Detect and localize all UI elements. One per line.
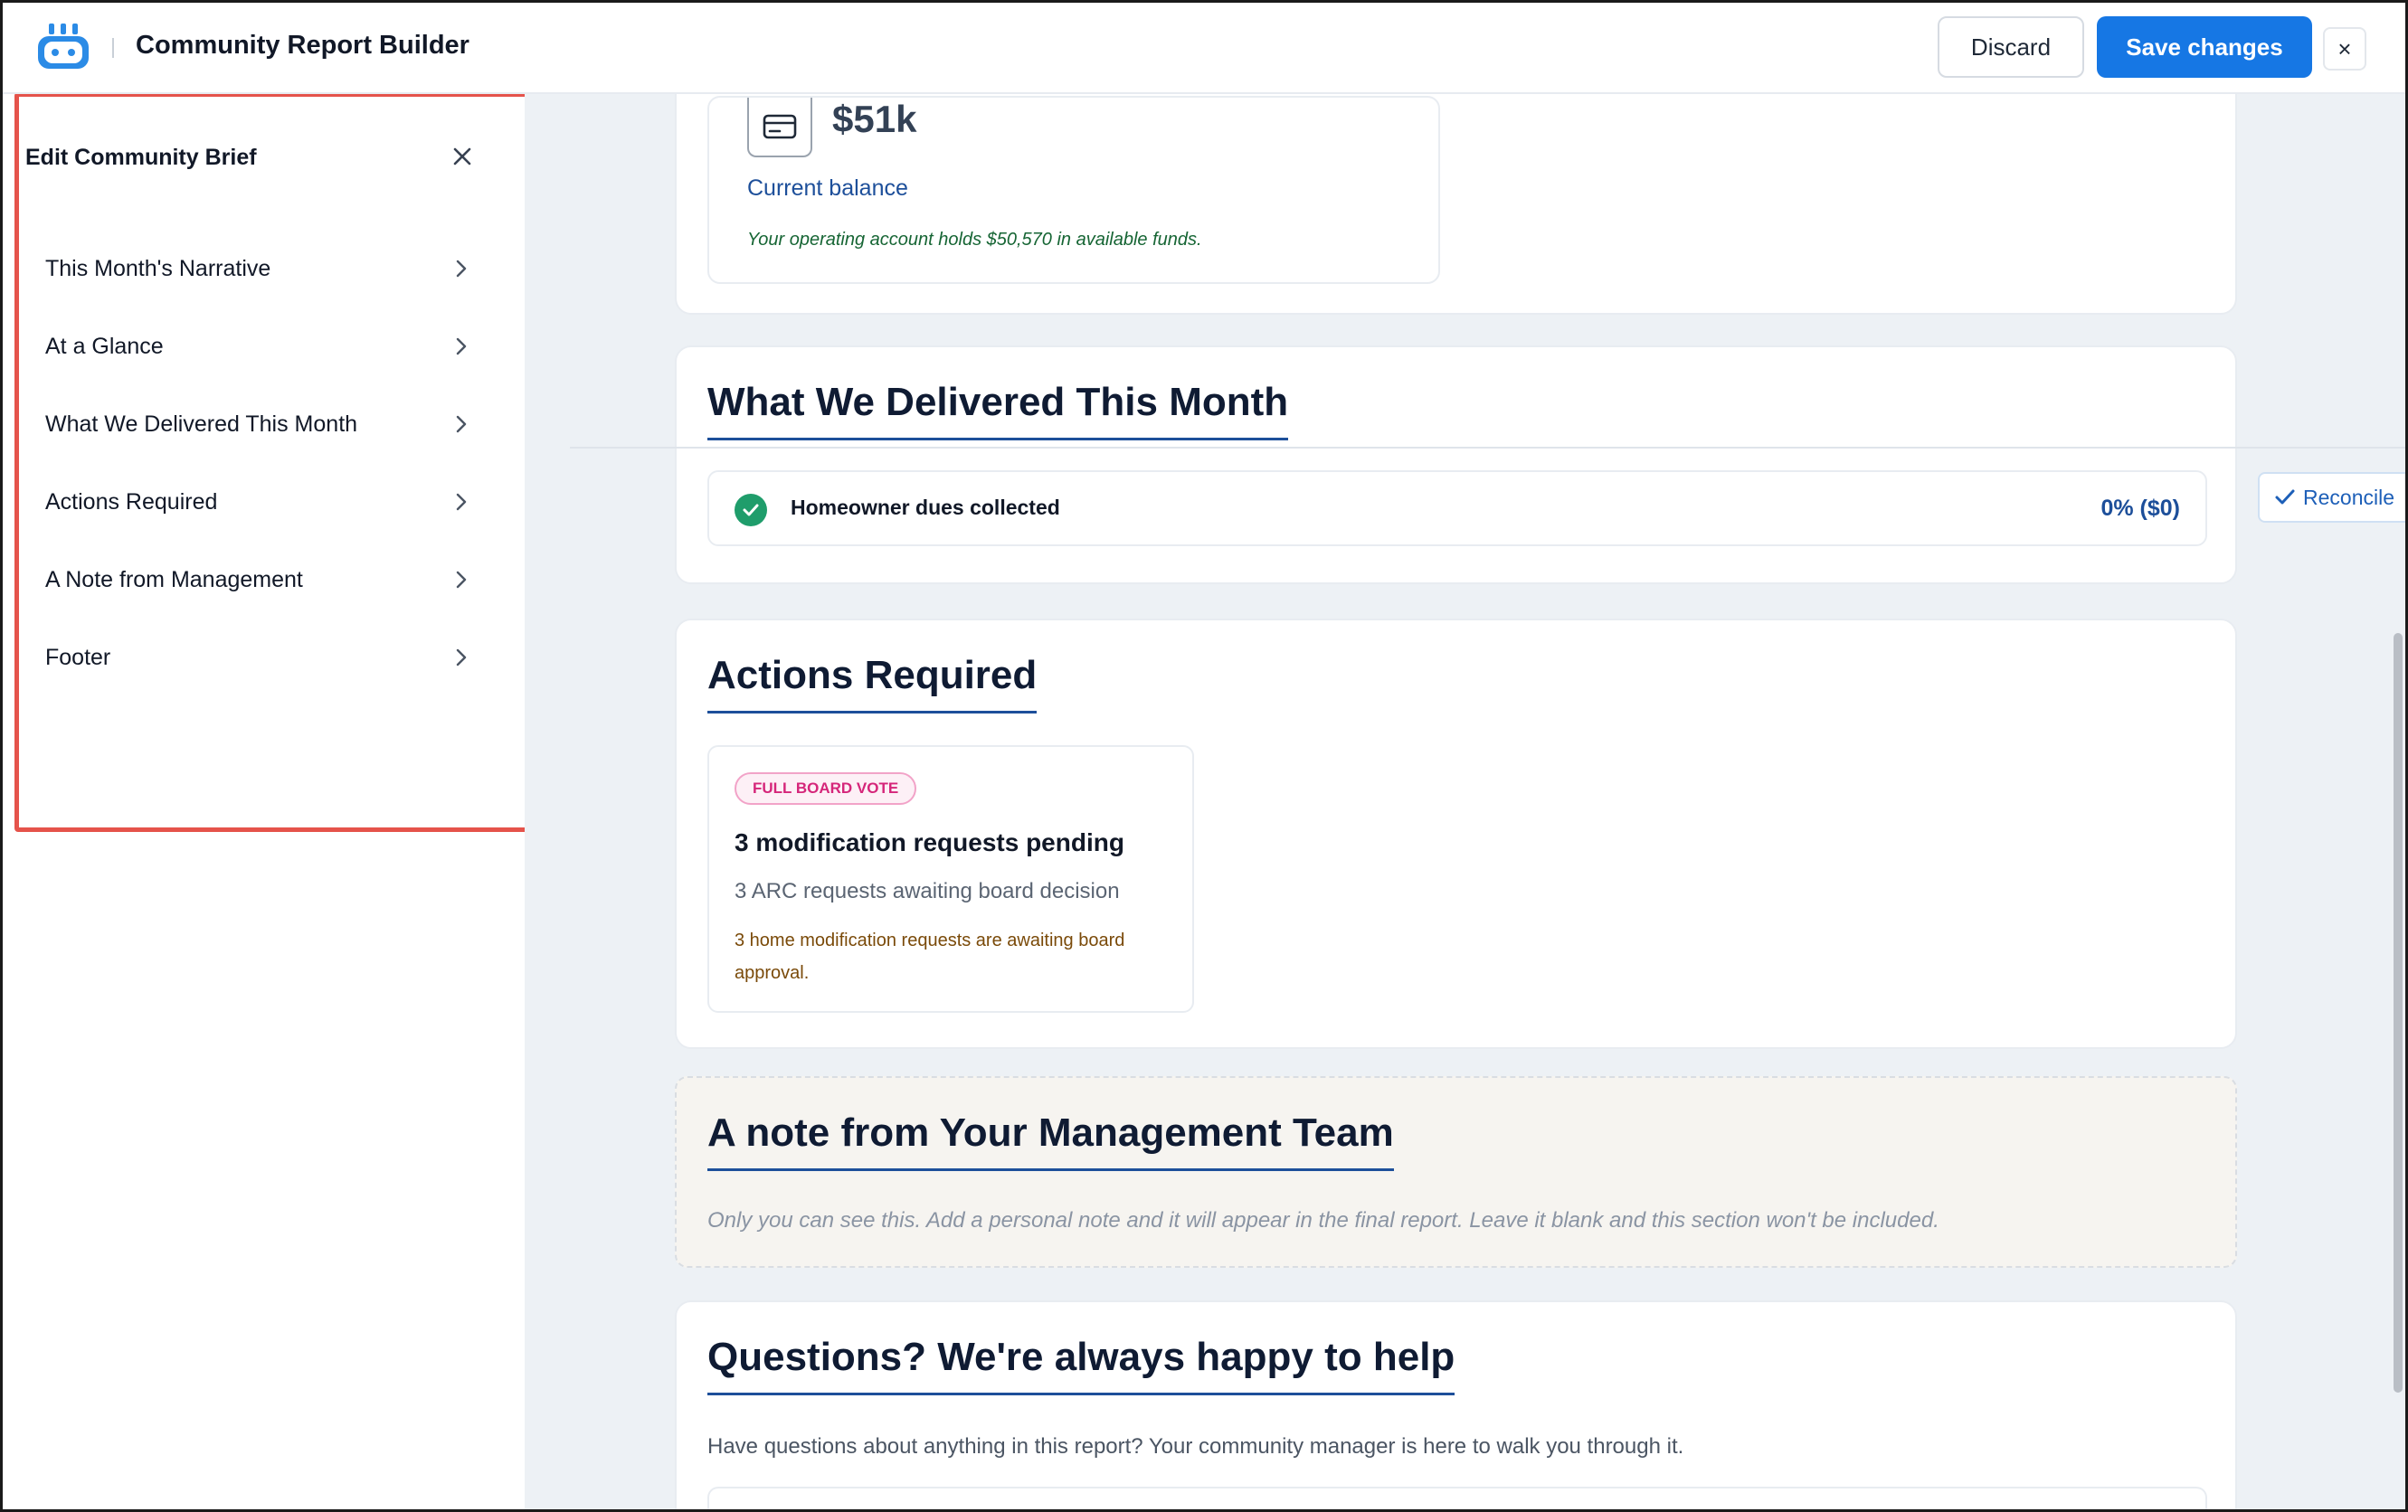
editor-item-label: At a Glance <box>45 333 164 359</box>
delivered-row-label: Homeowner dues collected <box>791 496 1060 519</box>
reconcile-button[interactable]: Reconcile <box>2258 472 2408 523</box>
management-note-title: A note from Your Management Team <box>707 1110 1394 1171</box>
questions-title: Questions? We're always happy to help <box>707 1335 1455 1395</box>
close-icon: × <box>2337 34 2352 62</box>
action-item-card[interactable]: FULL BOARD VOTE 3 modification requests … <box>707 745 1194 1013</box>
editor-title: Edit Community Brief <box>25 145 257 170</box>
app-header: Community Report Builder Discard Save ch… <box>0 0 2408 94</box>
chevron-right-icon <box>456 337 467 355</box>
editor-item-label: This Month's Narrative <box>45 255 271 281</box>
report-preview[interactable]: $51k Current balance Your operating acco… <box>525 94 2408 1512</box>
editor-item-actions-required[interactable]: Actions Required <box>45 479 470 524</box>
action-title: 3 modification requests pending <box>735 828 1124 856</box>
actions-card: Actions Required FULL BOARD VOTE 3 modif… <box>675 619 2237 1049</box>
delivered-title: What We Delivered This Month <box>707 380 1289 440</box>
editor-item-narrative[interactable]: This Month's Narrative <box>45 246 470 291</box>
save-changes-button[interactable]: Save changes <box>2097 16 2312 78</box>
questions-card: Questions? We're always happy to help Ha… <box>675 1300 2237 1512</box>
management-note-hint: Only you can see this. Add a personal no… <box>707 1208 1939 1233</box>
app-title: Community Report Builder <box>136 31 469 60</box>
close-icon[interactable] <box>447 141 478 172</box>
delivered-row: Homeowner dues collected 0% ($0) <box>707 470 2207 546</box>
chevron-right-icon <box>456 415 467 433</box>
action-note: 3 home modification requests are awaitin… <box>735 931 1125 983</box>
editor-item-label: Actions Required <box>45 488 218 515</box>
discard-button[interactable]: Discard <box>1938 16 2084 78</box>
chevron-right-icon <box>456 493 467 511</box>
reconcile-label: Reconcile <box>2303 485 2394 509</box>
editor-panel-highlight <box>14 92 532 832</box>
header-divider <box>112 38 114 58</box>
delivered-row-value: 0% ($0) <box>2100 496 2180 521</box>
editor-item-management-note[interactable]: A Note from Management <box>45 557 470 602</box>
balance-label: Current balance <box>747 175 908 201</box>
contact-card <box>707 1487 2207 1512</box>
section-divider <box>570 447 2408 449</box>
at-a-glance-card: $51k Current balance Your operating acco… <box>675 94 2237 315</box>
actions-title: Actions Required <box>707 653 1038 713</box>
editor-item-delivered[interactable]: What We Delivered This Month <box>45 402 470 447</box>
status-badge: FULL BOARD VOTE <box>735 772 917 805</box>
balance-tile: $51k Current balance Your operating acco… <box>707 96 1440 284</box>
questions-subtitle: Have questions about anything in this re… <box>707 1434 1684 1459</box>
editor-item-footer[interactable]: Footer <box>45 635 470 680</box>
balance-value: $51k <box>832 98 917 140</box>
credit-card-icon <box>747 98 812 157</box>
chevron-right-icon <box>456 571 467 589</box>
scrollbar[interactable] <box>2394 633 2403 1393</box>
close-builder-button[interactable]: × <box>2323 27 2366 71</box>
robot-logo-icon <box>38 24 89 69</box>
editor-item-label: Footer <box>45 644 111 670</box>
action-subtitle: 3 ARC requests awaiting board decision <box>735 879 1120 903</box>
editor-item-label: What We Delivered This Month <box>45 411 358 437</box>
editor-item-at-a-glance[interactable]: At a Glance <box>45 324 470 369</box>
balance-note: Your operating account holds $50,570 in … <box>747 230 1202 250</box>
checkmark-icon <box>2275 489 2295 505</box>
delivered-card: What We Delivered This Month Homeowner d… <box>675 345 2237 584</box>
management-note-card[interactable]: A note from Your Management Team Only yo… <box>675 1076 2237 1268</box>
editor-item-label: A Note from Management <box>45 566 303 592</box>
chevron-right-icon <box>456 260 467 278</box>
chevron-right-icon <box>456 648 467 666</box>
check-circle-icon <box>735 494 767 526</box>
